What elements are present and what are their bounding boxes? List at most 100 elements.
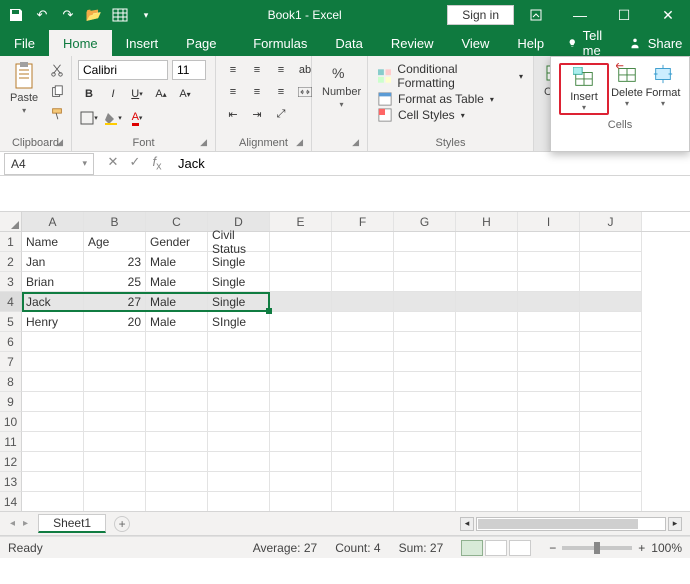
cell[interactable] [580, 412, 642, 432]
row-header[interactable]: 6 [0, 332, 22, 352]
align-bottom-button[interactable]: ≡ [270, 60, 292, 80]
paste-button[interactable]: Paste ▾ [6, 60, 42, 117]
font-name-combo[interactable] [78, 60, 168, 80]
row-header[interactable]: 4 [0, 292, 22, 312]
cell[interactable] [270, 492, 332, 512]
launcher-clipboard[interactable]: ◢ [56, 137, 63, 148]
cell[interactable] [456, 232, 518, 252]
row-header[interactable]: 13 [0, 472, 22, 492]
cell[interactable] [270, 372, 332, 392]
cell[interactable] [146, 412, 208, 432]
cell[interactable] [518, 292, 580, 312]
tab-help[interactable]: Help [503, 30, 558, 56]
sheet-tab[interactable]: Sheet1 [38, 514, 106, 533]
format-cells-button[interactable]: Format ▾ [645, 63, 681, 115]
cell[interactable] [518, 252, 580, 272]
sheet-nav-first-icon[interactable]: ◂ [10, 518, 15, 529]
cell[interactable]: Male [146, 272, 208, 292]
cell[interactable] [22, 332, 84, 352]
increase-indent-button[interactable]: ⇥ [246, 104, 268, 124]
name-box-dropdown-icon[interactable]: ▾ [82, 158, 87, 169]
cell[interactable] [270, 452, 332, 472]
cell[interactable] [208, 472, 270, 492]
worksheet-grid[interactable]: A B C D E F G H I J 1 Name Age Gender Ci… [0, 212, 690, 512]
cell[interactable] [518, 232, 580, 252]
launcher-number[interactable]: ◢ [352, 137, 359, 148]
cell[interactable] [518, 272, 580, 292]
cell[interactable] [332, 312, 394, 332]
cell[interactable] [84, 412, 146, 432]
insert-cells-button[interactable]: Insert ▾ [563, 67, 605, 111]
cell[interactable] [22, 412, 84, 432]
row-header[interactable]: 12 [0, 452, 22, 472]
open-icon[interactable]: 📂 [86, 7, 102, 23]
column-header[interactable]: C [146, 212, 208, 231]
cell[interactable]: Gender [146, 232, 208, 252]
cell[interactable] [84, 352, 146, 372]
column-header[interactable]: F [332, 212, 394, 231]
cell[interactable] [518, 332, 580, 352]
column-header[interactable]: B [84, 212, 146, 231]
cell[interactable] [518, 432, 580, 452]
cell[interactable] [84, 372, 146, 392]
increase-font-button[interactable]: A▴ [150, 84, 172, 104]
cell[interactable] [332, 492, 394, 512]
enter-formula-button[interactable]: ✓ [126, 154, 144, 173]
close-button[interactable]: ✕ [646, 0, 690, 30]
cell[interactable] [208, 452, 270, 472]
zoom-level[interactable]: 100% [651, 541, 682, 555]
cell[interactable] [518, 352, 580, 372]
copy-button[interactable] [46, 82, 68, 102]
cell[interactable] [456, 412, 518, 432]
insert-function-button[interactable]: fx [148, 154, 166, 173]
tab-view[interactable]: View [447, 30, 503, 56]
column-header[interactable]: G [394, 212, 456, 231]
cell[interactable] [394, 372, 456, 392]
cell[interactable] [146, 452, 208, 472]
cell[interactable] [518, 472, 580, 492]
cell[interactable] [394, 452, 456, 472]
cell[interactable] [394, 412, 456, 432]
align-right-button[interactable]: ≡ [270, 82, 292, 102]
save-icon[interactable] [8, 7, 24, 23]
scroll-left-icon[interactable]: ◂ [460, 517, 474, 531]
row-header[interactable]: 14 [0, 492, 22, 512]
cell[interactable] [208, 392, 270, 412]
cell[interactable] [332, 432, 394, 452]
cell[interactable] [22, 352, 84, 372]
cell[interactable] [580, 272, 642, 292]
cell[interactable] [580, 332, 642, 352]
cell[interactable] [518, 372, 580, 392]
cell[interactable] [84, 472, 146, 492]
italic-button[interactable]: I [102, 84, 124, 104]
cell[interactable] [456, 452, 518, 472]
cell[interactable] [580, 452, 642, 472]
sheet-nav-last-icon[interactable]: ▸ [23, 518, 28, 529]
cell[interactable] [394, 352, 456, 372]
cell[interactable] [208, 372, 270, 392]
cell[interactable]: SIngle [208, 312, 270, 332]
cell[interactable] [270, 472, 332, 492]
tab-file[interactable]: File [0, 30, 49, 56]
new-sheet-button[interactable]: + [114, 516, 130, 532]
cell[interactable] [580, 232, 642, 252]
cell[interactable] [394, 252, 456, 272]
view-page-break-button[interactable] [509, 540, 531, 556]
cell[interactable] [270, 392, 332, 412]
scroll-right-icon[interactable]: ▸ [668, 517, 682, 531]
cell[interactable] [394, 472, 456, 492]
sign-in-button[interactable]: Sign in [447, 5, 514, 25]
cell[interactable] [456, 252, 518, 272]
row-header[interactable]: 9 [0, 392, 22, 412]
align-top-button[interactable]: ≡ [222, 60, 244, 80]
tab-data[interactable]: Data [321, 30, 376, 56]
scroll-thumb[interactable] [478, 519, 638, 529]
row-header[interactable]: 8 [0, 372, 22, 392]
tab-home[interactable]: Home [49, 30, 112, 56]
cell-styles-button[interactable]: Cell Styles▾ [378, 108, 523, 122]
cell[interactable] [270, 232, 332, 252]
delete-cells-button[interactable]: Delete ▾ [609, 63, 645, 115]
cancel-formula-button[interactable]: ✕ [104, 154, 122, 173]
cell[interactable] [270, 292, 332, 312]
cell[interactable] [208, 332, 270, 352]
